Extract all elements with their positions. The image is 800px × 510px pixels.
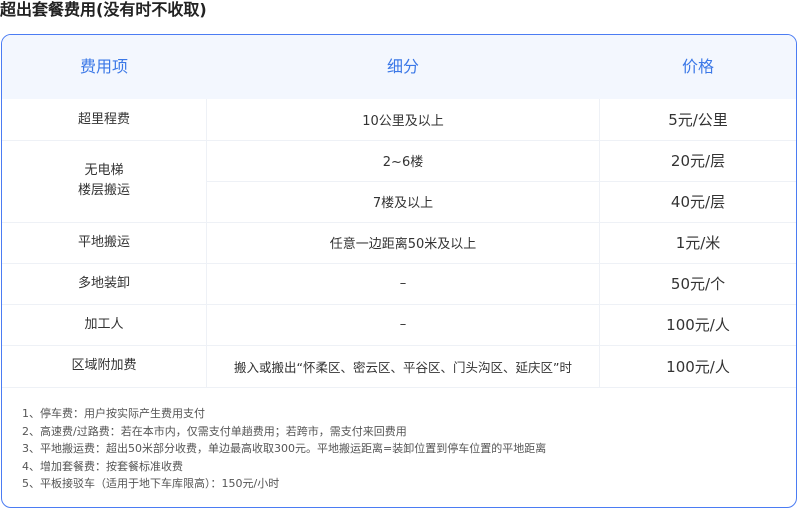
row-price: 50元/个: [670, 275, 726, 293]
note-item: 3、平地搬运费：超出50米部分收费，单边最高收取300元。平地搬运距离=装卸位置…: [22, 442, 547, 455]
pricing-card: 费用项 细分 价格 超里程费 10公里及以上 5元/公里 无电梯 楼层搬运 2~…: [1, 34, 797, 508]
note-item: 1、停车费：用户按实际产生费用支付: [22, 407, 205, 420]
row-detail: 7楼及以上: [206, 181, 600, 222]
header-price: 价格: [681, 57, 714, 76]
row-item: 多地装卸: [77, 275, 130, 291]
row-item: 区域附加费: [71, 358, 137, 373]
row-price: 1元/米: [675, 234, 721, 252]
row-detail: –: [206, 263, 600, 304]
note-item: 5、平板接驳车（适用于地下车库限高）：150元/小时: [22, 477, 280, 490]
row-item: 加工人: [84, 316, 124, 332]
note-item: 2、高速费/过路费：若在本市内，仅需支付单趟费用；若跨市，需支付来回费用: [22, 424, 407, 438]
row-item: 超里程费: [77, 111, 130, 127]
header-detail: 细分: [386, 57, 419, 76]
row-item: 无电梯 楼层搬运: [77, 163, 130, 198]
row-detail: 搬入或搬出“怀柔区、密云区、平谷区、门头沟区、延庆区”时: [206, 345, 600, 387]
row-detail: 2~6楼: [206, 140, 600, 181]
row-detail: 任意一边距离50米及以上: [206, 222, 600, 263]
notes: 1、停车费：用户按实际产生费用支付 2、高速费/过路费：若在本市内，仅需支付单趟…: [22, 405, 546, 493]
row-detail: 10公里及以上: [206, 99, 600, 140]
row-price: 100元/人: [666, 357, 730, 376]
row-price: 5元/公里: [668, 111, 728, 129]
row-price: 40元/层: [670, 193, 726, 211]
page-title: 超出套餐费用(没有时不收取): [0, 0, 207, 19]
row-item: 平地搬运: [77, 234, 130, 250]
row-price: 20元/层: [670, 152, 726, 170]
row-price: 100元/人: [666, 316, 730, 334]
header-fee-item: 费用项: [79, 57, 128, 76]
note-item: 4、增加套餐费：按套餐标准收费: [22, 459, 183, 473]
row-detail: –: [206, 304, 600, 345]
table-header: 费用项 细分 价格: [2, 35, 796, 99]
